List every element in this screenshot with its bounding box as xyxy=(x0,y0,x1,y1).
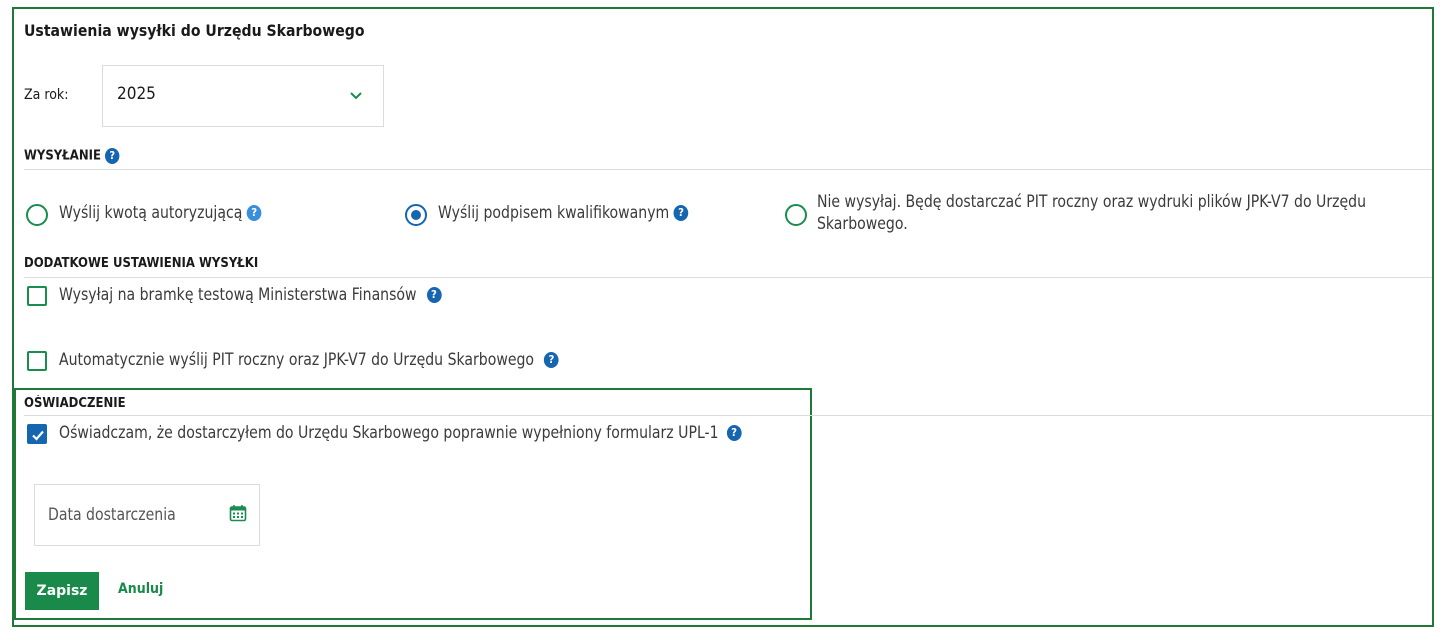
divider xyxy=(24,415,1432,416)
option-authorization-amount[interactable]: Wyślij kwotą autoryzującą ? xyxy=(59,203,262,223)
check-icon xyxy=(32,430,44,441)
checkbox-declaration[interactable] xyxy=(27,424,47,444)
radio-authorization-amount[interactable] xyxy=(26,204,48,226)
radio-do-not-send[interactable] xyxy=(785,204,807,226)
radio-qualified-signature[interactable] xyxy=(405,204,427,226)
year-select[interactable]: 2025 xyxy=(102,65,384,127)
divider xyxy=(24,277,1432,278)
chevron-down-icon xyxy=(350,92,362,100)
year-value: 2025 xyxy=(117,84,156,104)
sending-heading: WYSYŁANIE ? xyxy=(24,148,120,164)
help-icon[interactable]: ? xyxy=(246,205,262,221)
help-icon[interactable]: ? xyxy=(726,425,742,441)
year-label: Za rok: xyxy=(24,87,69,103)
option-do-not-send[interactable]: Nie wysyłaj. Będę dostarczać PIT roczny … xyxy=(817,191,1366,235)
date-placeholder: Data dostarczenia xyxy=(48,505,176,525)
checkbox-auto-send[interactable] xyxy=(27,351,47,371)
cancel-button[interactable]: Anuluj xyxy=(118,581,163,597)
shipping-settings-panel: Ustawienia wysyłki do Urzędu Skarbowego … xyxy=(12,7,1434,627)
save-button[interactable]: Zapisz xyxy=(25,572,99,610)
option-auto-send[interactable]: Automatycznie wyślij PIT roczny oraz JPK… xyxy=(59,350,559,370)
option-test-gateway[interactable]: Wysyłaj na bramkę testową Ministerstwa F… xyxy=(59,285,442,305)
option-qualified-signature[interactable]: Wyślij podpisem kwalifikowanym ? xyxy=(438,203,689,223)
help-icon[interactable]: ? xyxy=(105,148,120,164)
declaration-heading: OŚWIADCZENIE xyxy=(24,396,126,411)
help-icon[interactable]: ? xyxy=(673,205,689,221)
help-icon[interactable]: ? xyxy=(544,352,559,368)
additional-heading: DODATKOWE USTAWIENIA WYSYŁKI xyxy=(24,256,259,271)
divider xyxy=(24,169,1432,170)
delivery-date-input[interactable]: Data dostarczenia xyxy=(34,484,260,546)
option-declaration[interactable]: Oświadczam, że dostarczyłem do Urzędu Sk… xyxy=(59,423,742,443)
calendar-icon[interactable] xyxy=(229,504,247,522)
page-title: Ustawienia wysyłki do Urzędu Skarbowego xyxy=(24,21,365,40)
checkbox-test-gateway[interactable] xyxy=(27,286,47,306)
help-icon[interactable]: ? xyxy=(426,287,442,303)
